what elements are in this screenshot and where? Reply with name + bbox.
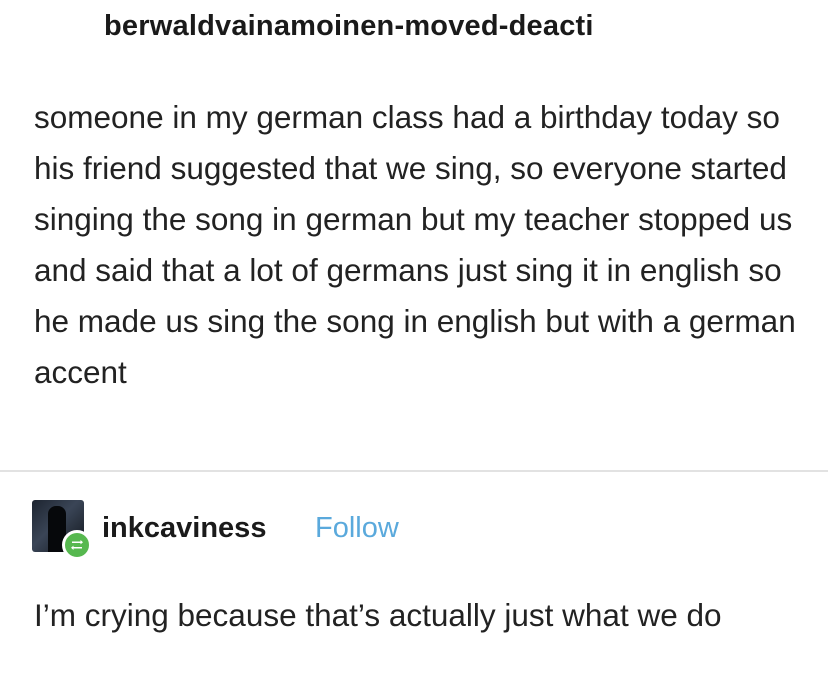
reblog-icon: [62, 530, 92, 560]
original-post-body: someone in my german class had a birthda…: [34, 99, 796, 390]
reblog-body: I’m crying because that’s actually just …: [34, 597, 722, 633]
reblog-header: inkcaviness Follow: [32, 500, 792, 560]
original-post: berwaldvainamoinen-moved-deacti someone …: [0, 0, 828, 470]
post-divider: [0, 470, 828, 472]
reblog-username[interactable]: inkcaviness: [102, 512, 266, 545]
follow-button[interactable]: Follow: [315, 512, 399, 545]
original-post-username[interactable]: berwaldvainamoinen-moved-deacti: [104, 10, 594, 43]
